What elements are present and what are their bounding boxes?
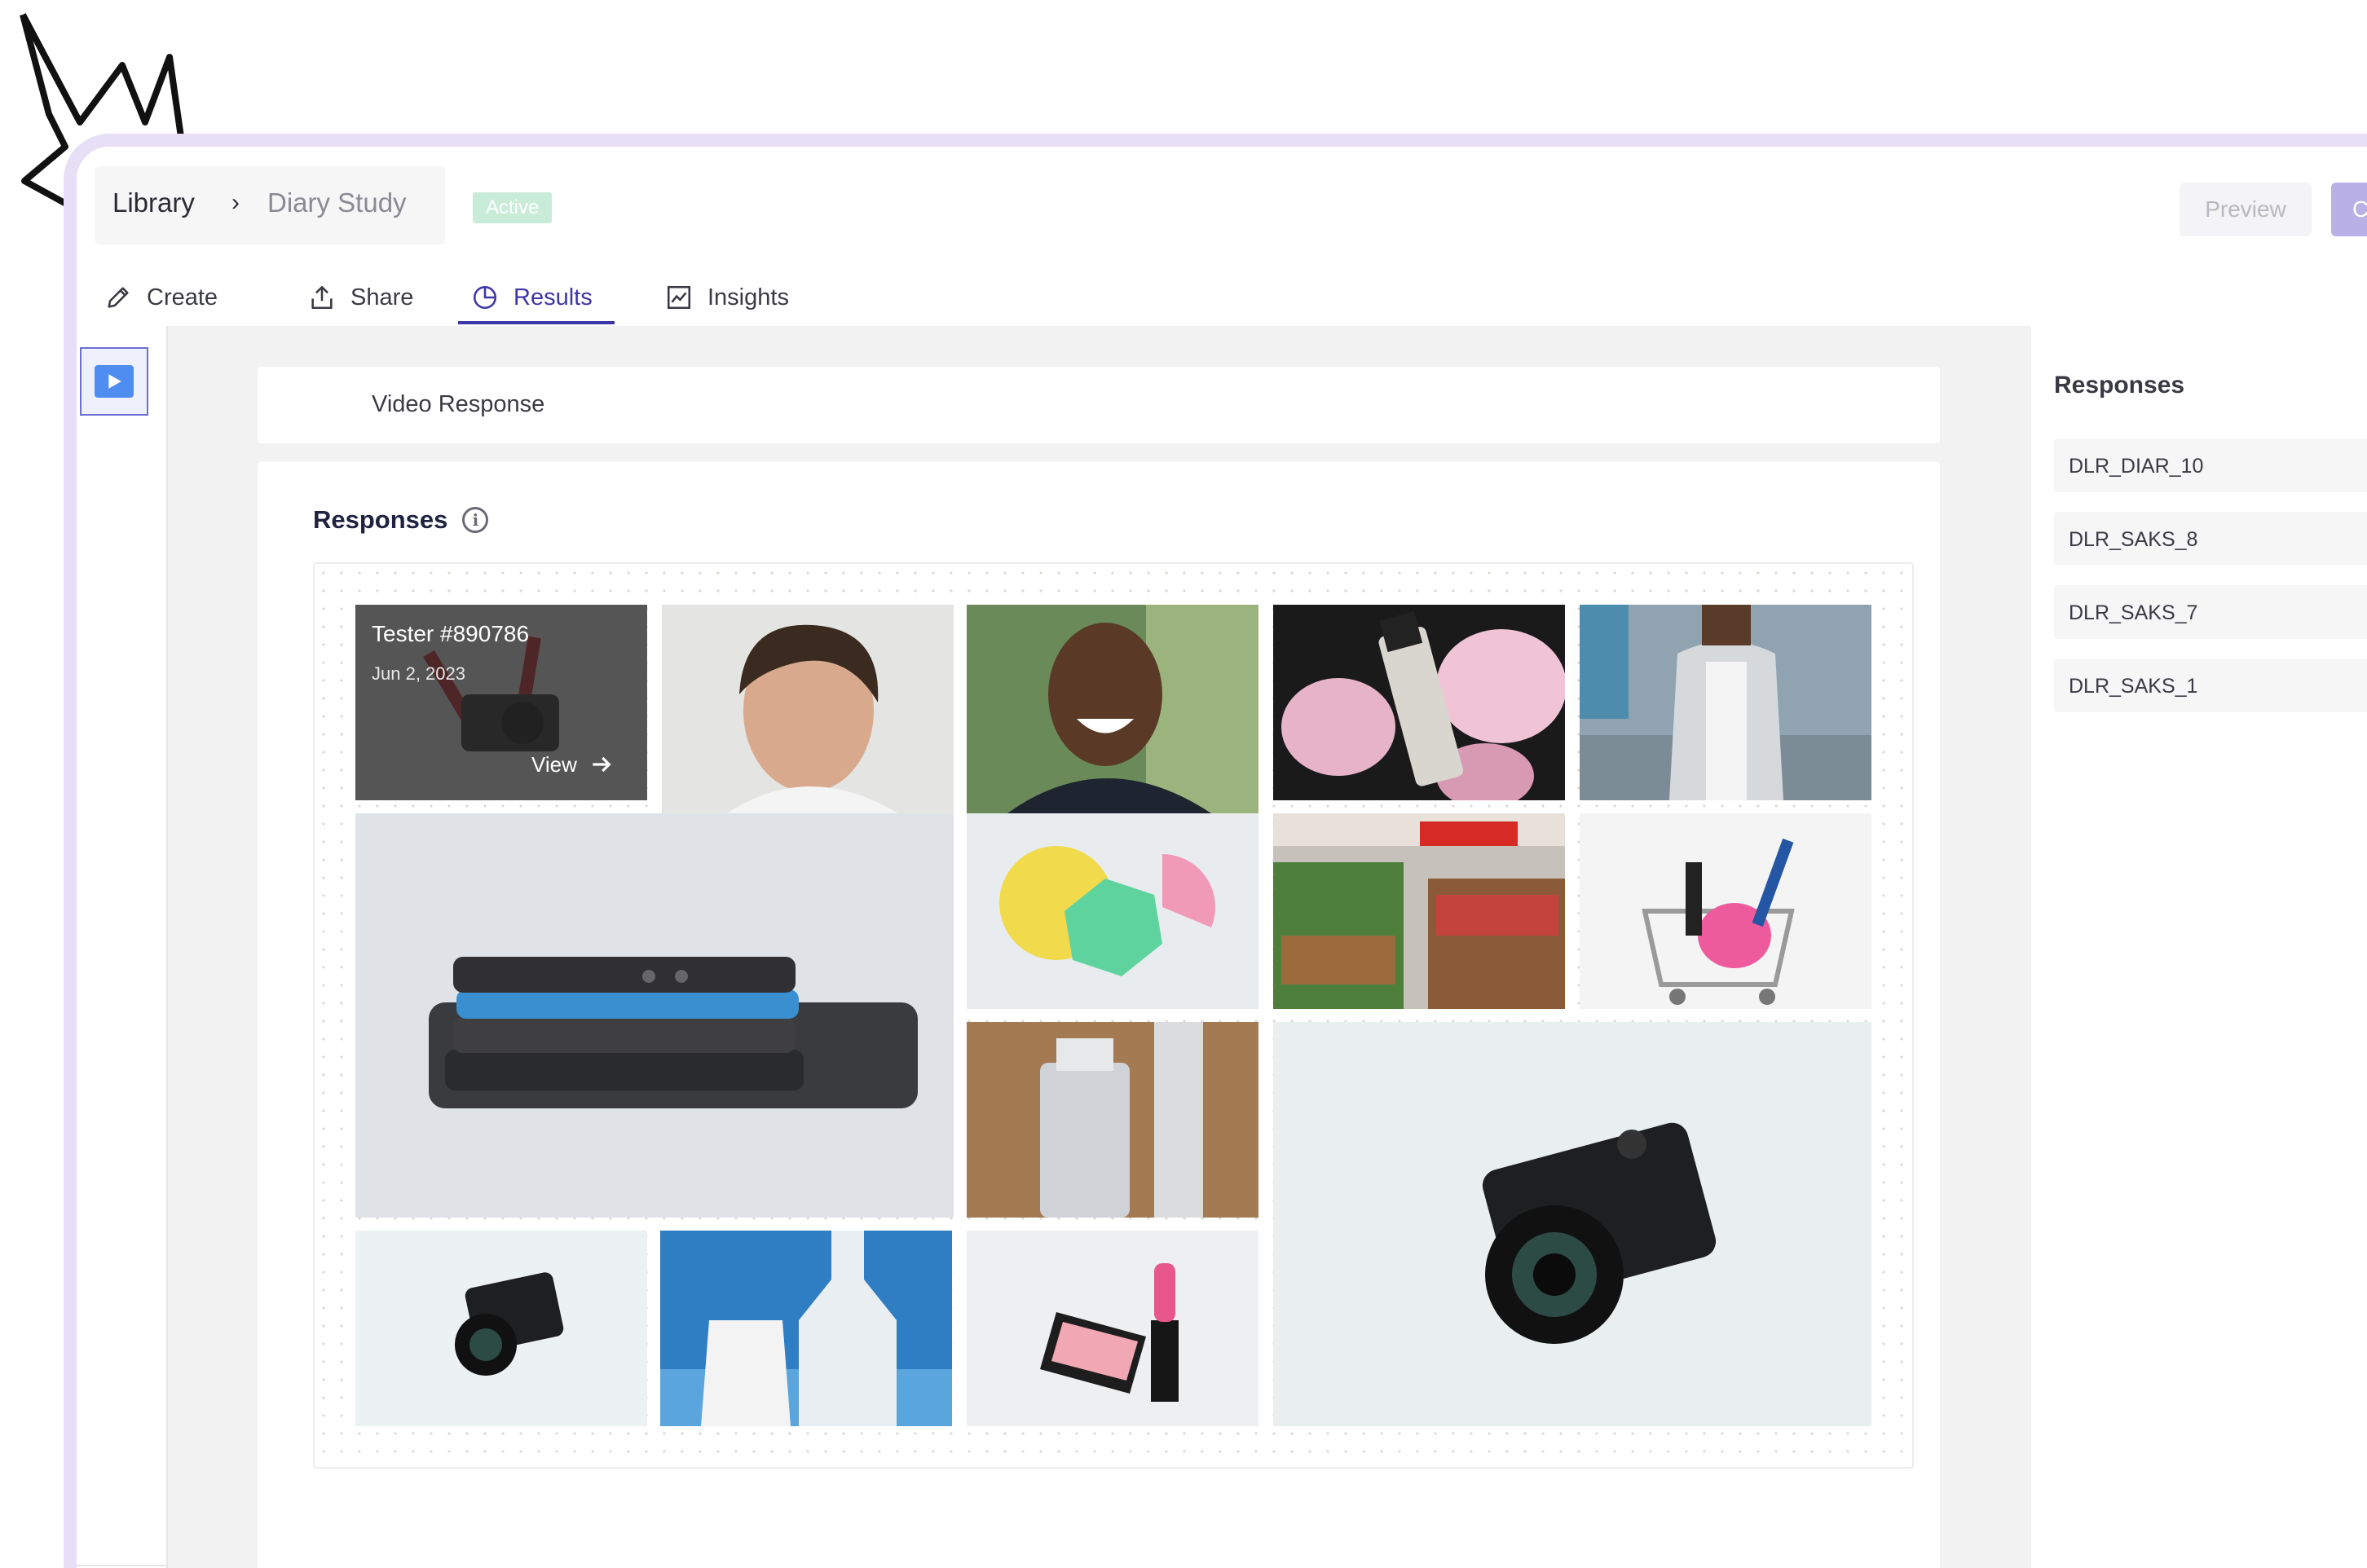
preview-button[interactable]: Preview: [2180, 183, 2312, 236]
view-response-link[interactable]: View: [531, 751, 615, 777]
geometric-shapes-photo: [967, 813, 1258, 1009]
response-thumbnail[interactable]: [1273, 1022, 1871, 1426]
response-date: Jun 2, 2023: [372, 663, 465, 684]
response-list-item[interactable]: DLR_SAKS_1: [2054, 658, 2367, 712]
question-title: Video Response: [372, 391, 545, 417]
rail-divider: [77, 1565, 166, 1566]
left-rail: [77, 326, 168, 1568]
results-content: Video Response Responses i Tester #89078…: [168, 326, 2031, 1568]
breadcrumb-current: Diary Study: [267, 187, 407, 218]
share-icon: [311, 285, 333, 310]
pencil-icon: [108, 287, 129, 308]
responses-heading: Responses i: [313, 505, 489, 535]
question-video-button[interactable]: [80, 347, 148, 416]
response-thumbnail[interactable]: [1580, 813, 1871, 1009]
active-tab-indicator: [458, 321, 615, 324]
tab-create-label: Create: [147, 284, 218, 311]
tab-insights[interactable]: Insights: [665, 269, 789, 326]
responses-grid: Tester #890786 Jun 2, 2023 View: [313, 562, 1914, 1469]
response-list-item[interactable]: DLR_SAKS_8: [2054, 512, 2367, 566]
responses-card: Responses i Tester #890786 Jun 2, 2023 V…: [258, 461, 1940, 1568]
tab-results-label: Results: [514, 284, 593, 311]
milk-bottles-photo: [660, 1231, 952, 1426]
tab-insights-label: Insights: [707, 284, 789, 311]
phones-stack-photo: [355, 813, 954, 1218]
question-card: Video Response: [258, 367, 1940, 443]
side-panel-title: Responses: [2054, 372, 2185, 399]
camera-small-photo: [355, 1231, 647, 1426]
man-portrait-photo: [662, 605, 954, 813]
response-thumbnail[interactable]: [660, 1231, 952, 1426]
response-thumbnail[interactable]: Tester #890786 Jun 2, 2023 View: [355, 605, 647, 800]
view-response-label: View: [531, 751, 577, 777]
smiling-man-photo: [967, 605, 1258, 813]
status-badge: Active: [473, 192, 553, 223]
video-play-icon: [95, 365, 134, 398]
response-thumbnail[interactable]: [355, 813, 954, 1218]
response-list-item[interactable]: DLR_SAKS_7: [2054, 585, 2367, 639]
responses-side-panel: Responses DLR_DIAR_10 DLR_SAKS_8 DLR_SAK…: [2031, 326, 2367, 1568]
app-window: Library › Diary Study Active Preview C C…: [64, 134, 2367, 1568]
tester-name: Tester #890786: [372, 621, 530, 646]
man-plaid-jacket-photo: [1580, 605, 1871, 800]
tab-share[interactable]: Share: [308, 269, 413, 326]
response-thumbnail[interactable]: [662, 605, 954, 813]
response-list-item[interactable]: DLR_DIAR_10: [2054, 438, 2367, 492]
publish-button[interactable]: C: [2331, 183, 2367, 236]
makeup-cart-photo: [1580, 813, 1871, 1009]
arrow-right-icon: [593, 756, 611, 773]
info-icon[interactable]: i: [462, 507, 489, 533]
response-thumbnail[interactable]: [967, 605, 1258, 813]
response-id: DLR_DIAR_10: [2069, 455, 2204, 478]
response-thumbnail[interactable]: [967, 1231, 1258, 1426]
camera-photo: [1273, 1022, 1871, 1426]
responses-heading-text: Responses: [313, 505, 448, 534]
line-chart-icon: [667, 285, 691, 310]
pie-chart-icon: [473, 285, 497, 310]
tab-results[interactable]: Results: [471, 269, 593, 326]
response-thumbnail[interactable]: [1273, 605, 1565, 800]
cosmetic-bottles-photo: [967, 1022, 1258, 1218]
tab-share-label: Share: [350, 284, 414, 311]
response-thumbnail[interactable]: [967, 1022, 1258, 1218]
response-id: DLR_SAKS_1: [2069, 675, 2198, 698]
response-id: DLR_SAKS_8: [2069, 528, 2198, 551]
breadcrumb-library[interactable]: Library: [112, 187, 195, 218]
supermarket-photo: [1273, 813, 1565, 1009]
response-id: DLR_SAKS_7: [2069, 601, 2198, 624]
response-thumbnail[interactable]: [967, 813, 1258, 1009]
response-thumbnail[interactable]: [1273, 813, 1565, 1009]
top-header: Library › Diary Study Active Preview C C…: [77, 147, 2367, 328]
breadcrumb-chevron-icon: ›: [231, 189, 240, 216]
response-thumbnail[interactable]: [1580, 605, 1871, 800]
response-thumbnail[interactable]: [355, 1231, 647, 1426]
serum-bottle-photo: [1273, 605, 1565, 800]
lipstick-photo: [967, 1231, 1258, 1426]
tab-create[interactable]: Create: [104, 269, 218, 326]
